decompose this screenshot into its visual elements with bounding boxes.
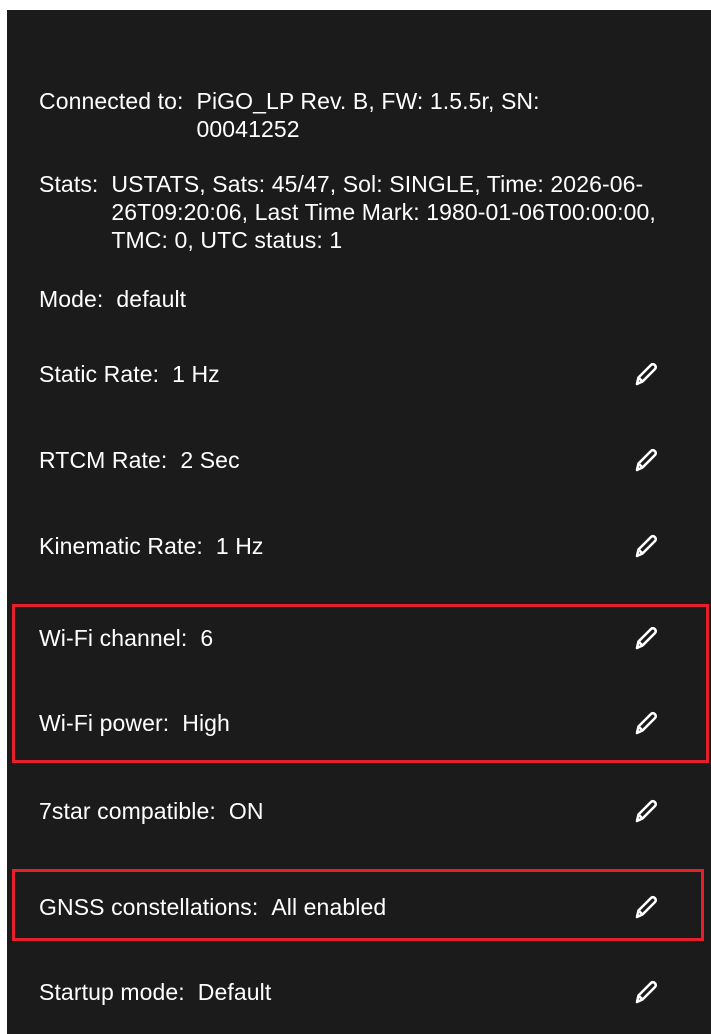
- edit-wifi-power-button[interactable]: [631, 708, 661, 738]
- edit-startup-mode-button[interactable]: [631, 977, 661, 1007]
- pencil-icon: [635, 980, 658, 1004]
- gnss-constellations-row[interactable]: GNSS constellations: All enabled: [39, 893, 711, 921]
- pencil-icon: [635, 448, 658, 472]
- startup-mode-value: Default: [197, 979, 272, 1005]
- static-rate-value: 1 Hz: [172, 361, 220, 387]
- rtcm-rate-value: 2 Sec: [180, 447, 240, 473]
- 7star-compatible-label: 7star compatible:: [39, 798, 229, 824]
- edit-7star-compatible-button[interactable]: [631, 796, 661, 826]
- connected-to-label: Connected to:: [39, 88, 197, 114]
- mode-value: default: [116, 286, 187, 312]
- kinematic-rate-label: Kinematic Rate:: [39, 533, 216, 559]
- edit-kinematic-rate-button[interactable]: [631, 531, 661, 561]
- kinematic-rate-value: 1 Hz: [215, 533, 264, 559]
- wifi-channel-row[interactable]: Wi-Fi channel: 6: [39, 624, 711, 652]
- pencil-icon: [635, 799, 658, 823]
- rtcm-rate-row[interactable]: RTCM Rate: 2 Sec: [39, 446, 711, 474]
- static-rate-label: Static Rate:: [39, 361, 173, 387]
- wifi-power-row[interactable]: Wi-Fi power: High: [39, 709, 711, 737]
- static-rate-row[interactable]: Static Rate: 1 Hz: [39, 360, 711, 388]
- connected-to-row: Connected to: PiGO_LP Rev. B, FW: 1.5.5r…: [39, 87, 711, 143]
- 7star-compatible-value: ON: [228, 798, 264, 824]
- settings-screen: Connected to: PiGO_LP Rev. B, FW: 1.5.5r…: [7, 10, 711, 1034]
- gnss-constellations-value: All enabled: [271, 894, 387, 920]
- edit-static-rate-button[interactable]: [631, 359, 661, 389]
- mode-label: Mode:: [39, 286, 117, 312]
- edit-gnss-constellations-button[interactable]: [631, 892, 661, 922]
- mode-row: Mode: default: [39, 285, 711, 313]
- pencil-icon: [635, 626, 658, 650]
- wifi-power-value: High: [182, 710, 230, 736]
- pencil-icon: [635, 711, 658, 735]
- stats-value: USTATS, Sats: 45/47, Sol: SINGLE, Time: …: [111, 171, 656, 253]
- wifi-power-label: Wi-Fi power:: [39, 710, 183, 736]
- connected-to-value: PiGO_LP Rev. B, FW: 1.5.5r, SN: 00041252: [196, 88, 540, 142]
- stats-label: Stats:: [39, 171, 112, 197]
- wifi-channel-value: 6: [200, 625, 214, 651]
- stats-row: Stats: USTATS, Sats: 45/47, Sol: SINGLE,…: [39, 170, 711, 254]
- rtcm-rate-label: RTCM Rate:: [39, 447, 181, 473]
- pencil-icon: [635, 895, 658, 919]
- kinematic-rate-row[interactable]: Kinematic Rate: 1 Hz: [39, 532, 711, 560]
- gnss-constellations-label: GNSS constellations:: [39, 894, 272, 920]
- edit-wifi-channel-button[interactable]: [631, 623, 661, 653]
- 7star-compatible-row[interactable]: 7star compatible: ON: [39, 797, 711, 825]
- edit-rtcm-rate-button[interactable]: [631, 445, 661, 475]
- wifi-channel-label: Wi-Fi channel:: [39, 625, 201, 651]
- pencil-icon: [635, 534, 658, 558]
- startup-mode-label: Startup mode:: [39, 979, 198, 1005]
- startup-mode-row[interactable]: Startup mode: Default: [39, 978, 711, 1006]
- pencil-icon: [635, 362, 658, 386]
